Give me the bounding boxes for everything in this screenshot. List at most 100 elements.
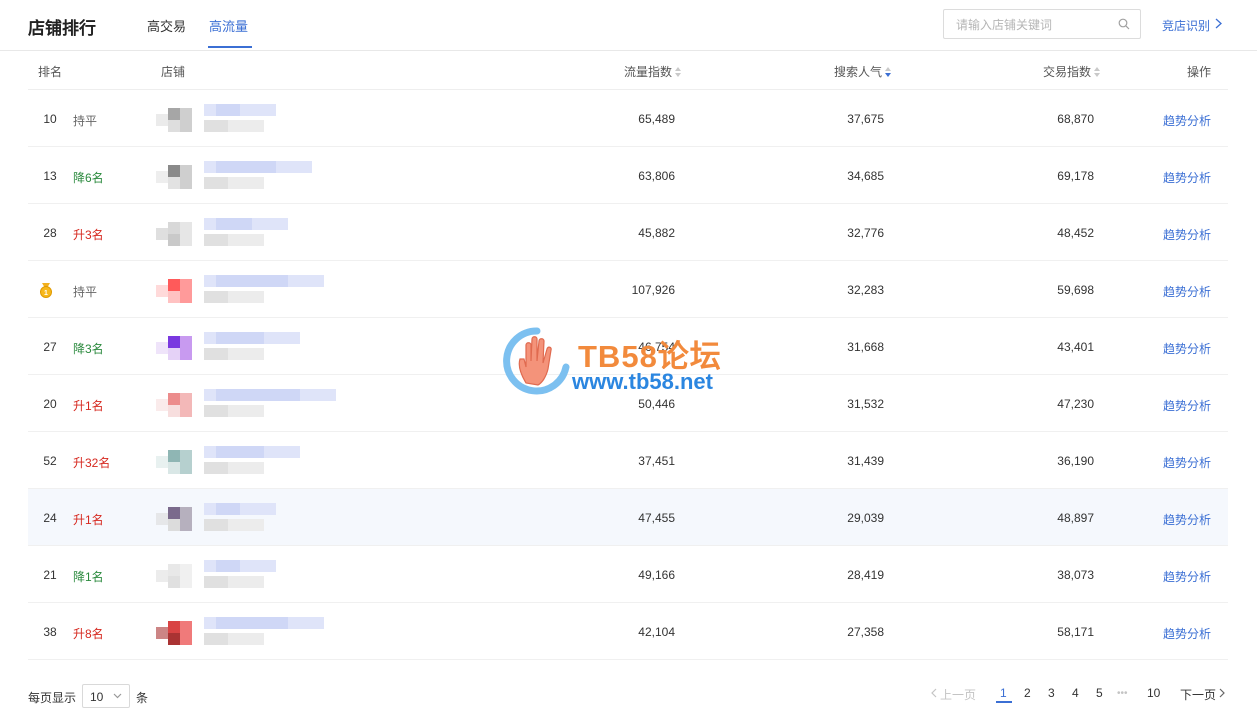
active-tab-indicator (208, 46, 252, 48)
sort-icon[interactable] (675, 67, 682, 78)
trade-index-value: 69,178 (1057, 169, 1094, 183)
chevron-right-icon[interactable] (1219, 688, 1225, 698)
trade-index-value: 58,171 (1057, 625, 1094, 639)
per-page-select[interactable]: 10 (82, 684, 130, 708)
rank-change: 降1名 (73, 570, 104, 584)
trend-analysis-link[interactable]: 趋势分析 (1163, 340, 1211, 357)
search-icon[interactable] (1118, 18, 1130, 30)
compete-shop-link[interactable]: 竞店识别 (1162, 17, 1210, 34)
svg-text:1: 1 (44, 290, 48, 297)
chevron-right-icon[interactable] (1215, 18, 1222, 29)
flow-index-value: 37,451 (638, 454, 675, 468)
chevron-left-icon (931, 688, 937, 698)
trend-analysis-link[interactable]: 趋势分析 (1163, 511, 1211, 528)
trend-analysis-link[interactable]: 趋势分析 (1163, 283, 1211, 300)
shop-logo[interactable] (156, 554, 204, 594)
watermark-url: www.tb58.net (572, 369, 713, 394)
shop-logo[interactable] (156, 98, 204, 138)
column-action: 操作 (1186, 65, 1211, 79)
shop-name[interactable] (204, 383, 354, 423)
page-1-button[interactable]: 1 (1000, 686, 1007, 700)
shop-logo[interactable] (156, 212, 204, 252)
rank-change: 降6名 (73, 171, 104, 185)
rank-change: 升1名 (73, 399, 104, 413)
flow-index-value: 65,489 (638, 112, 675, 126)
table-row: 24 升1名 47,455 29,039 48,897 趋势分析 (28, 489, 1228, 546)
trend-analysis-link[interactable]: 趋势分析 (1163, 226, 1211, 243)
shop-name[interactable] (204, 497, 354, 537)
rank-number: 21 (43, 568, 57, 582)
trade-index-value: 38,073 (1057, 568, 1094, 582)
trade-index-value: 68,870 (1057, 112, 1094, 126)
search-popularity-value: 27,358 (847, 625, 884, 639)
trend-analysis-link[interactable]: 趋势分析 (1163, 397, 1211, 414)
trend-analysis-link[interactable]: 趋势分析 (1163, 625, 1211, 642)
shop-logo[interactable] (156, 155, 204, 195)
trend-analysis-link[interactable]: 趋势分析 (1163, 454, 1211, 471)
rank-number: 24 (43, 511, 57, 525)
table-row: 21 降1名 49,166 28,419 38,073 趋势分析 (28, 546, 1228, 603)
per-page-value: 10 (90, 690, 104, 704)
trend-analysis-link[interactable]: 趋势分析 (1163, 169, 1211, 186)
table-row: 38 升8名 42,104 27,358 58,171 趋势分析 (28, 603, 1228, 660)
trend-analysis-link[interactable]: 趋势分析 (1163, 112, 1211, 129)
shop-logo[interactable] (156, 611, 204, 651)
flow-index-value: 107,926 (631, 283, 675, 297)
tab-high-trade[interactable]: 高交易 (147, 16, 186, 35)
sort-icon[interactable] (1094, 67, 1101, 78)
rank-number: 28 (43, 226, 57, 240)
table-row: 52 升32名 37,451 31,439 36,190 趋势分析 (28, 432, 1228, 489)
shop-logo[interactable] (156, 440, 204, 480)
shop-logo[interactable] (156, 497, 204, 537)
next-page-button[interactable]: 下一页 (1180, 686, 1216, 703)
flow-index-value: 63,806 (638, 169, 675, 183)
shop-name[interactable] (204, 155, 354, 195)
trade-index-value: 36,190 (1057, 454, 1094, 468)
search-popularity-value: 31,668 (847, 340, 884, 354)
rank-change: 升3名 (73, 228, 104, 242)
shop-name[interactable] (204, 212, 354, 252)
rank-change: 升32名 (73, 456, 111, 470)
tab-high-traffic[interactable]: 高流量 (209, 16, 248, 35)
prev-page-button[interactable]: 上一页 (940, 686, 976, 703)
rank-number: 20 (43, 397, 57, 411)
shop-logo[interactable] (156, 326, 204, 366)
trend-analysis-link[interactable]: 趋势分析 (1163, 568, 1211, 585)
rank-number: 52 (43, 454, 57, 468)
search-box (943, 9, 1141, 39)
page-2-button[interactable]: 2 (1024, 686, 1031, 700)
shop-name[interactable] (204, 440, 354, 480)
column-flow-index[interactable]: 流量指数 (624, 63, 682, 80)
sort-icon[interactable] (885, 67, 892, 78)
shop-name[interactable] (204, 269, 354, 309)
search-popularity-value: 34,685 (847, 169, 884, 183)
shop-logo[interactable] (156, 383, 204, 423)
page-10-button[interactable]: 10 (1147, 686, 1160, 700)
shop-name[interactable] (204, 554, 354, 594)
shop-name[interactable] (204, 98, 354, 138)
shop-logo[interactable] (156, 269, 204, 309)
column-search-popularity[interactable]: 搜索人气 (834, 63, 892, 80)
shop-name[interactable] (204, 326, 354, 366)
flow-index-value: 49,166 (638, 568, 675, 582)
search-popularity-value: 31,439 (847, 454, 884, 468)
page-3-button[interactable]: 3 (1048, 686, 1055, 700)
trade-index-value: 47,230 (1057, 397, 1094, 411)
table-row: 13 降6名 63,806 34,685 69,178 趋势分析 (28, 147, 1228, 204)
rank-number: 10 (43, 112, 57, 126)
column-trade-label: 交易指数 (1043, 65, 1092, 79)
header-bar: 店铺排行 高交易 高流量 竞店识别 (0, 0, 1257, 51)
search-popularity-value: 32,776 (847, 226, 884, 240)
pagination-ellipsis: ••• (1117, 688, 1128, 699)
trade-index-value: 59,698 (1057, 283, 1094, 297)
rank-change: 升8名 (73, 627, 104, 641)
column-trade-index[interactable]: 交易指数 (1043, 63, 1101, 80)
flow-index-value: 47,455 (638, 511, 675, 525)
search-input[interactable] (954, 16, 1118, 34)
page-4-button[interactable]: 4 (1072, 686, 1079, 700)
shop-name[interactable] (204, 611, 354, 651)
rank-change: 降3名 (73, 342, 104, 356)
page-5-button[interactable]: 5 (1096, 686, 1103, 700)
flow-index-value: 50,446 (638, 397, 675, 411)
flow-index-value: 42,104 (638, 625, 675, 639)
